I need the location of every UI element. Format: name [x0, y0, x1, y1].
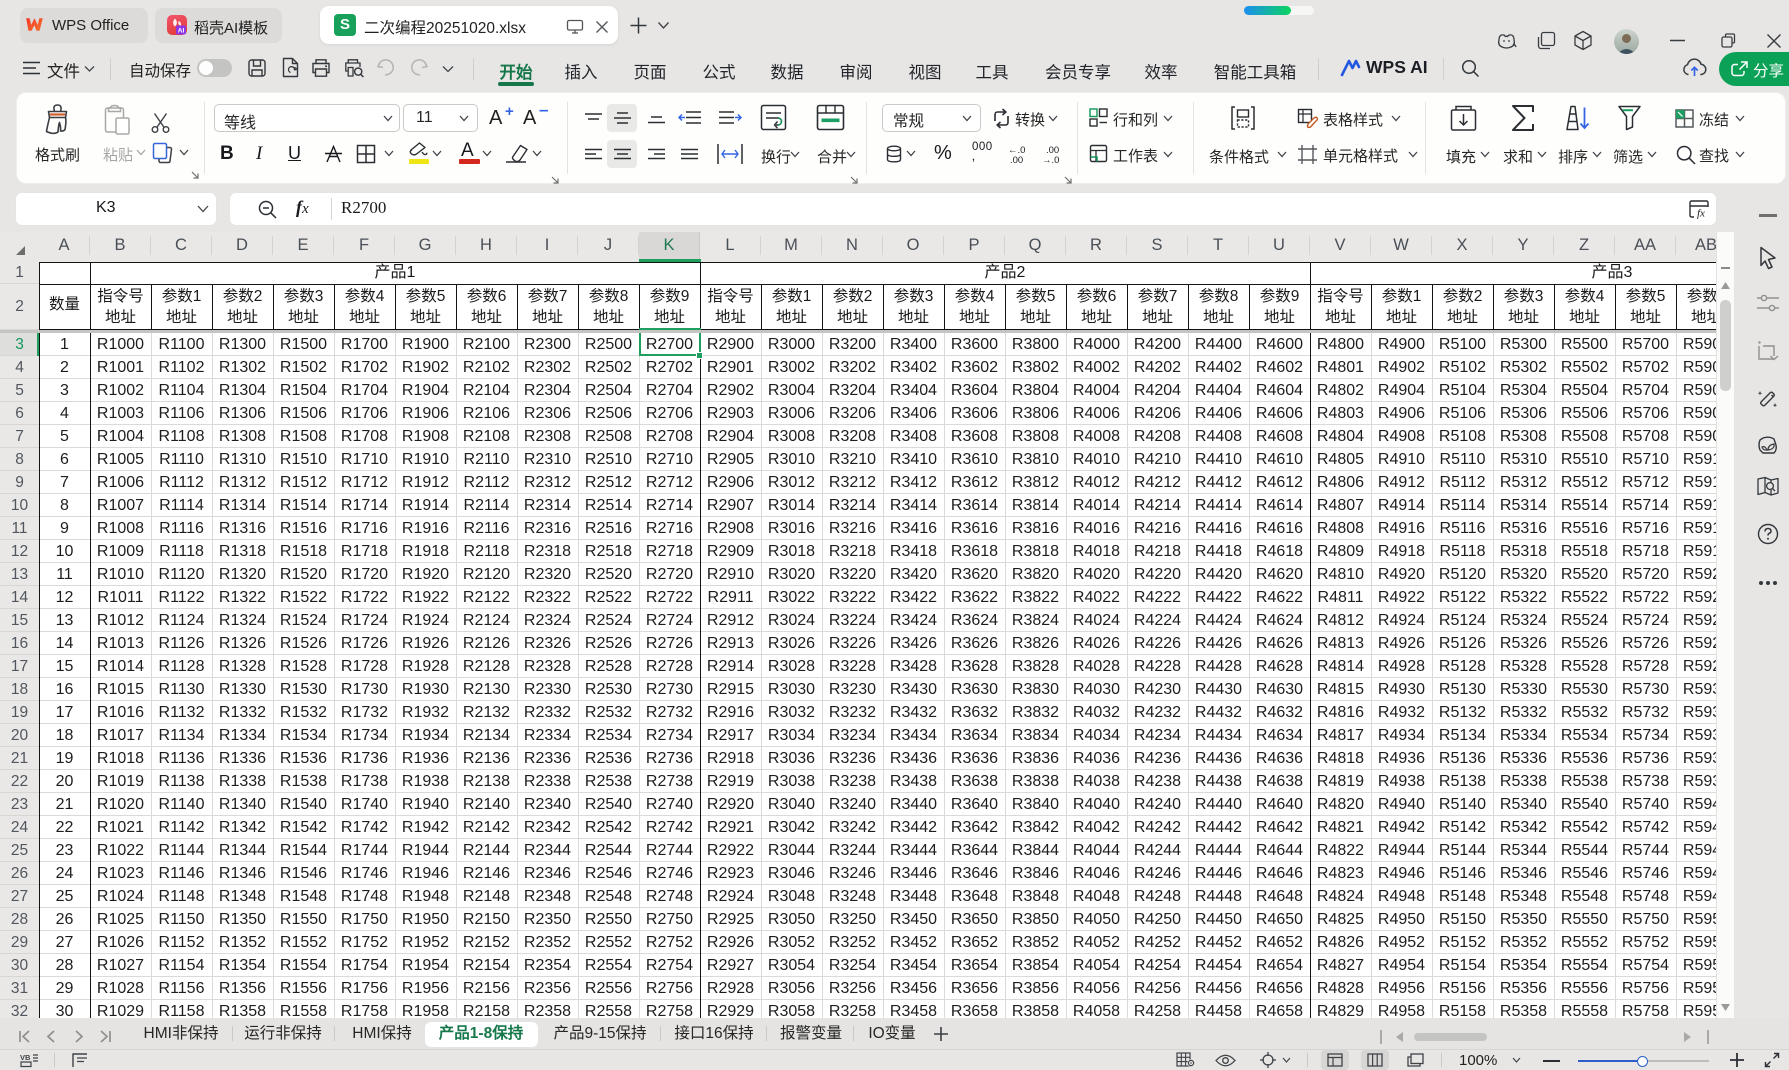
- svg-text:.00: .00: [1010, 155, 1023, 166]
- svg-text:→.0: →.0: [1042, 155, 1059, 166]
- svg-text:fx: fx: [1697, 208, 1705, 220]
- svg-text:VB: VB: [20, 1053, 31, 1062]
- svg-text:AI: AI: [178, 28, 185, 35]
